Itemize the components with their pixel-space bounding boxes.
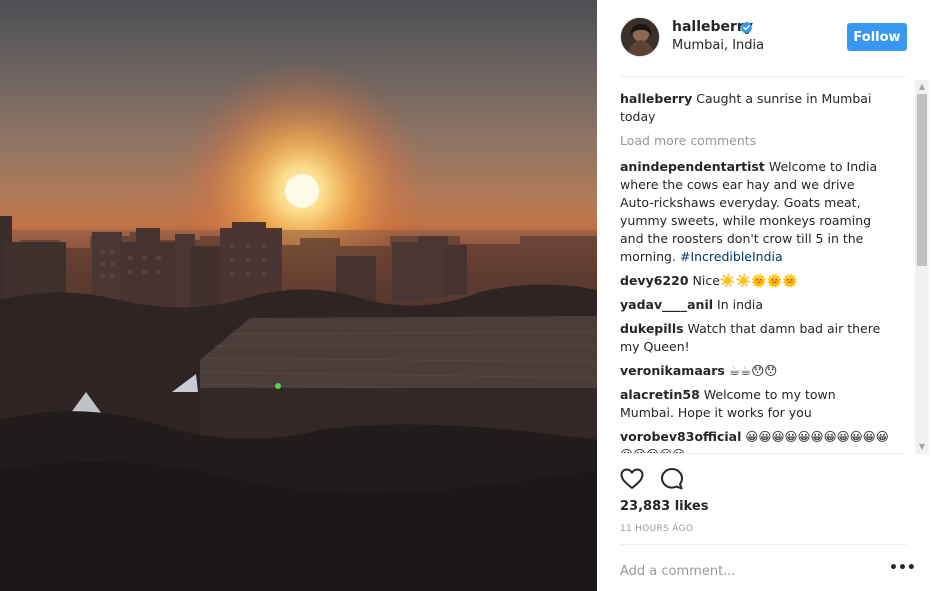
comments-scrollbar[interactable]: ▲ ▼	[915, 80, 929, 454]
comment-username[interactable]: anindependentartist	[620, 159, 765, 174]
post-side-panel: halleberry Mumbai, India Follow halleber…	[597, 0, 932, 591]
comment-username[interactable]: veronikamaars	[620, 363, 725, 378]
comment-item: anindependentartist Welcome to India whe…	[620, 158, 892, 266]
speech-bubble-icon[interactable]	[659, 466, 685, 492]
comment-item: veronikamaars ☕☕😯😯	[620, 362, 892, 380]
post-photo[interactable]	[0, 0, 597, 591]
post-location[interactable]: Mumbai, India	[672, 38, 764, 53]
comments-content: halleberry Caught a sunrise in Mumbai to…	[620, 90, 892, 453]
comment-text: ☕☕😯😯	[728, 363, 778, 378]
scrollbar-thumb[interactable]	[917, 94, 927, 266]
instagram-post-view: halleberry Mumbai, India Follow halleber…	[0, 0, 932, 591]
scroll-down-arrow-icon[interactable]: ▼	[915, 440, 929, 454]
load-more-comments-link[interactable]: Load more comments	[620, 132, 892, 150]
comment-username[interactable]: alacretin58	[620, 387, 700, 402]
ellipsis-icon[interactable]: •••	[889, 561, 916, 579]
verified-badge-icon	[740, 21, 753, 34]
comment-item: devy6220 Nice☀️☀️🌞🌞🌞	[620, 272, 892, 290]
actions-divider	[620, 453, 907, 454]
comment-text: Nice☀️☀️🌞🌞🌞	[692, 273, 798, 288]
comment-item: vorobev83official 😀😀😀😀😀😀😀😀😀😀😀😀😀😀😀😀	[620, 428, 892, 453]
post-timestamp[interactable]: 11 HOURS AGO	[620, 524, 693, 534]
comment-item: yadav____anil In india	[620, 296, 892, 314]
likes-count[interactable]: 23,883 likes	[620, 499, 708, 514]
comments-list[interactable]: halleberry Caught a sunrise in Mumbai to…	[597, 77, 932, 453]
comment-item: alacretin58 Welcome to my town Mumbai. H…	[620, 386, 892, 422]
add-comment-input[interactable]	[620, 560, 870, 582]
caption-username[interactable]: halleberry	[620, 91, 692, 106]
comment-username[interactable]: yadav____anil	[620, 297, 713, 312]
scroll-up-arrow-icon[interactable]: ▲	[915, 80, 929, 94]
hashtag-link[interactable]: #IncredibleIndia	[680, 249, 783, 264]
comment-username[interactable]: dukepills	[620, 321, 684, 336]
sunrise-cityscape-image	[0, 60, 597, 591]
heart-icon[interactable]	[619, 466, 645, 492]
caption: halleberry Caught a sunrise in Mumbai to…	[620, 90, 892, 126]
avatar[interactable]	[620, 17, 660, 57]
comment-username[interactable]: devy6220	[620, 273, 689, 288]
comment-divider	[620, 544, 907, 545]
comment-item: dukepills Watch that damn bad air there …	[620, 320, 892, 356]
follow-button[interactable]: Follow	[847, 23, 907, 51]
comment-text: In india	[717, 297, 764, 312]
post-header: halleberry Mumbai, India Follow	[597, 0, 932, 76]
comment-username[interactable]: vorobev83official	[620, 429, 741, 444]
avatar-image	[621, 18, 659, 56]
